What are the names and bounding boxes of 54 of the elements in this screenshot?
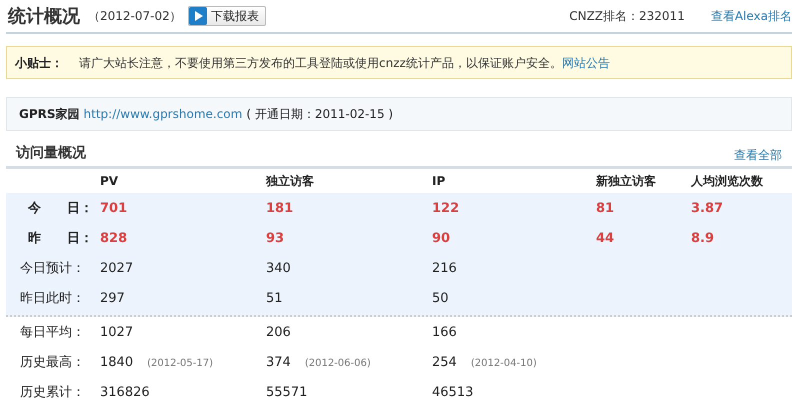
table-cell-text: 297 [100,290,125,308]
rank-text: CNZZ排名：232011 [569,8,685,25]
table-cell-text: 2027 [100,260,134,278]
table-cell-text: 50 [432,290,449,308]
alexa-link[interactable]: 查看Alexa排名 [710,7,792,25]
table-cell-text: 46513 [432,384,474,402]
report-date: （2012-07-02） [88,8,182,25]
site-url[interactable]: http://www.gprshome.com [84,105,242,123]
download-button[interactable]: 下载报表 [188,6,266,26]
column-header: PV [100,173,120,190]
table-cell-text: 374 [266,354,291,372]
table-cell-text: 254 [432,354,457,372]
open-date: ( 开通日期：2011-02-15 ) [246,106,394,123]
column-header: 独立访客 [266,173,315,190]
column-header: 人均浏览次数 [691,173,764,190]
table-cell-text: 216 [432,260,457,278]
row-label: 每日平均： [20,324,85,342]
page-title: 统计概况 [8,4,80,28]
record-date: (2012-05-17) [147,357,214,372]
row-label: 历史累计： [20,384,85,402]
notice-link[interactable]: 网站公告 [562,54,610,72]
play-icon [188,7,207,25]
record-date: (2012-04-10) [470,357,537,372]
table-cell-text: 166 [432,324,457,342]
row-label: 昨 日： [27,230,93,248]
table-cell-text: 90 [432,230,450,248]
site-name: GPRS家园 [19,106,80,123]
table-cell-text: 55571 [266,384,308,402]
table-cell-text: 44 [596,230,614,248]
table-cell-text: 51 [266,290,283,308]
tip-text: 请广大站长注意，不要使用第三方发布的工具登陆或使用cnzz统计产品，以保证账户安全。 [79,54,562,72]
table-cell-text: 1840 [100,354,134,372]
table-cell-text: 181 [266,200,294,218]
section-title: 访问量概况 [16,144,86,163]
table-cell-text: 8.9 [691,230,714,248]
table-cell-text: 701 [100,200,128,218]
record-date: (2012-06-06) [304,357,371,372]
table-cell-text: 340 [266,260,291,278]
row-label: 今 日： [26,200,93,218]
table-cell-text: 3.87 [691,200,724,218]
table-cell-text: 316826 [100,384,150,402]
table-cell-text: 828 [100,230,128,248]
column-header: 新独立访客 [596,173,657,190]
table-cell-text: 122 [432,200,460,218]
row-label: 今日预计： [20,260,85,278]
column-header: IP [432,173,446,190]
table-cell-text: 81 [596,200,614,218]
row-label: 昨日此时： [20,290,85,308]
row-label: 历史最高： [20,354,85,372]
table-cell-text: 1027 [100,324,134,342]
table-cell-text: 93 [266,230,284,248]
view-all-link[interactable]: 查看全部 [734,146,782,164]
table-cell-text: 206 [266,324,291,342]
tip-label: 小贴士： [15,54,63,72]
